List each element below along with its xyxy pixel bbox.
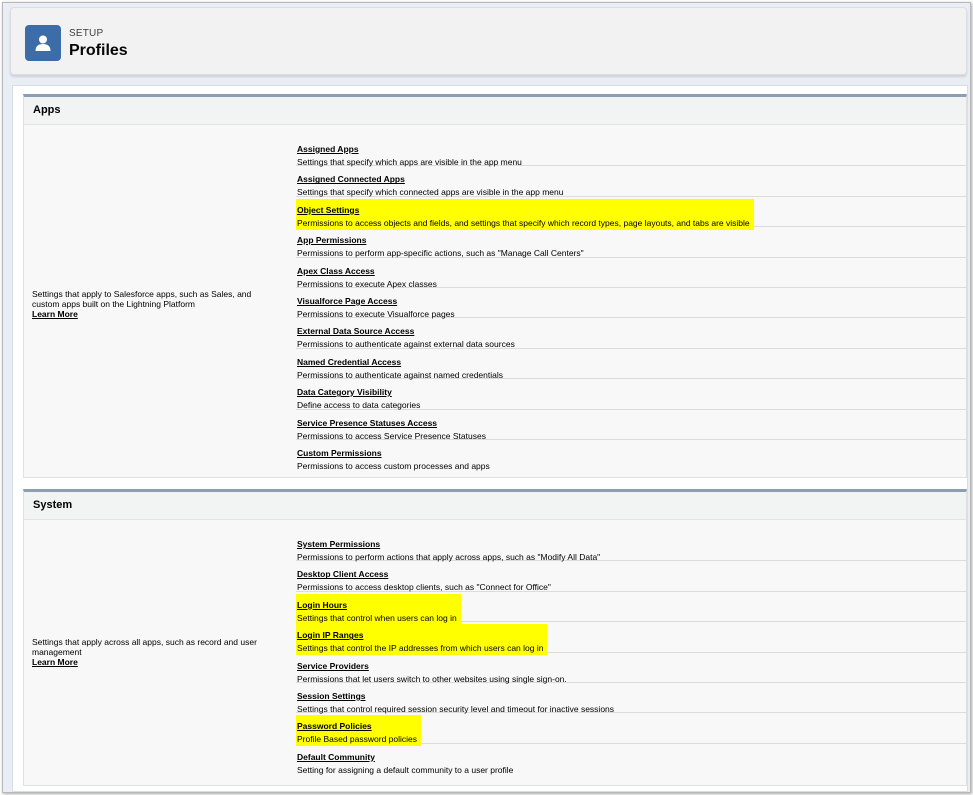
apps-settings-list: Assigned Apps Settings that specify whic…	[296, 136, 966, 471]
named-credential-access-link[interactable]: Named Credential Access	[297, 357, 401, 367]
highlight-marker: Object Settings Permissions to access ob…	[296, 198, 754, 230]
highlight-marker: Login Hours Settings that control when u…	[296, 593, 461, 625]
apps-section-title: Apps	[24, 97, 966, 125]
assigned-apps-link[interactable]: Assigned Apps	[297, 144, 359, 154]
apps-section: Apps Settings that apply to Salesforce a…	[23, 94, 967, 478]
assigned-connected-apps-link[interactable]: Assigned Connected Apps	[297, 174, 405, 184]
list-item: App Permissions Permissions to perform a…	[296, 227, 966, 258]
list-item: Named Credential Access Permissions to a…	[296, 349, 966, 380]
system-section: System Settings that apply across all ap…	[23, 489, 967, 786]
list-item: Service Providers Permissions that let u…	[296, 653, 966, 684]
list-item: Login Hours Settings that control when u…	[296, 592, 966, 625]
item-description: Permissions to access objects and fields…	[297, 217, 750, 228]
item-description: Settings that control the IP addresses f…	[297, 643, 544, 654]
list-item: Session Settings Settings that control r…	[296, 683, 966, 714]
custom-permissions-link[interactable]: Custom Permissions	[297, 448, 382, 458]
list-item: Desktop Client Access Permissions to acc…	[296, 561, 966, 592]
apps-description-block: Settings that apply to Salesforce apps, …	[32, 289, 277, 319]
service-presence-statuses-access-link[interactable]: Service Presence Statuses Access	[297, 418, 437, 428]
default-community-link[interactable]: Default Community	[297, 752, 375, 762]
setup-label: SETUP	[69, 28, 104, 39]
list-item: Data Category Visibility Define access t…	[296, 379, 966, 410]
item-description: Profile Based password policies	[297, 734, 418, 745]
system-permissions-link[interactable]: System Permissions	[297, 539, 380, 549]
visualforce-page-access-link[interactable]: Visualforce Page Access	[297, 296, 397, 306]
page-header: SETUP Profiles	[10, 7, 967, 75]
list-item: Custom Permissions Permissions to access…	[296, 440, 966, 471]
password-policies-link[interactable]: Password Policies	[297, 721, 372, 731]
list-item: Assigned Connected Apps Settings that sp…	[296, 166, 966, 197]
system-section-title: System	[24, 492, 966, 520]
list-item: Object Settings Permissions to access ob…	[296, 197, 966, 230]
data-category-visibility-link[interactable]: Data Category Visibility	[297, 387, 392, 397]
system-learn-more-link[interactable]: Learn More	[32, 657, 277, 667]
item-description: Permissions to access custom processes a…	[297, 460, 490, 471]
system-settings-list: System Permissions Permissions to perfor…	[296, 531, 966, 775]
list-item: Password Policies Profile Based password…	[296, 713, 966, 747]
login-hours-link[interactable]: Login Hours	[297, 600, 347, 610]
object-settings-link[interactable]: Object Settings	[297, 205, 359, 215]
app-permissions-link[interactable]: App Permissions	[297, 235, 366, 245]
window-frame: SETUP Profiles Apps Settings that apply …	[2, 2, 971, 793]
user-icon	[35, 35, 51, 51]
item-description: Settings that control when users can log…	[297, 612, 457, 623]
external-data-source-access-link[interactable]: External Data Source Access	[297, 326, 414, 336]
apps-description: Settings that apply to Salesforce apps, …	[32, 289, 252, 309]
session-settings-link[interactable]: Session Settings	[297, 691, 366, 701]
system-description: Settings that apply across all apps, suc…	[32, 637, 257, 657]
profile-header-icon	[25, 25, 61, 61]
list-item: Assigned Apps Settings that specify whic…	[296, 136, 966, 167]
list-item: External Data Source Access Permissions …	[296, 318, 966, 349]
list-item: Visualforce Page Access Permissions to e…	[296, 288, 966, 319]
list-item: Apex Class Access Permissions to execute…	[296, 258, 966, 289]
list-item: Default Community Setting for assigning …	[296, 744, 966, 775]
system-description-block: Settings that apply across all apps, suc…	[32, 637, 277, 667]
desktop-client-access-link[interactable]: Desktop Client Access	[297, 569, 388, 579]
list-item: Service Presence Statuses Access Permiss…	[296, 410, 966, 441]
main-content: Apps Settings that apply to Salesforce a…	[12, 85, 968, 792]
highlight-marker: Login IP Ranges Settings that control th…	[296, 624, 548, 656]
apex-class-access-link[interactable]: Apex Class Access	[297, 266, 375, 276]
apps-learn-more-link[interactable]: Learn More	[32, 309, 277, 319]
list-item: System Permissions Permissions to perfor…	[296, 531, 966, 562]
list-item: Login IP Ranges Settings that control th…	[296, 622, 966, 656]
item-description: Setting for assigning a default communit…	[297, 764, 514, 775]
service-providers-link[interactable]: Service Providers	[297, 661, 369, 671]
highlight-marker: Password Policies Profile Based password…	[296, 715, 422, 747]
page-title: Profiles	[69, 42, 128, 59]
login-ip-ranges-link[interactable]: Login IP Ranges	[297, 630, 363, 640]
